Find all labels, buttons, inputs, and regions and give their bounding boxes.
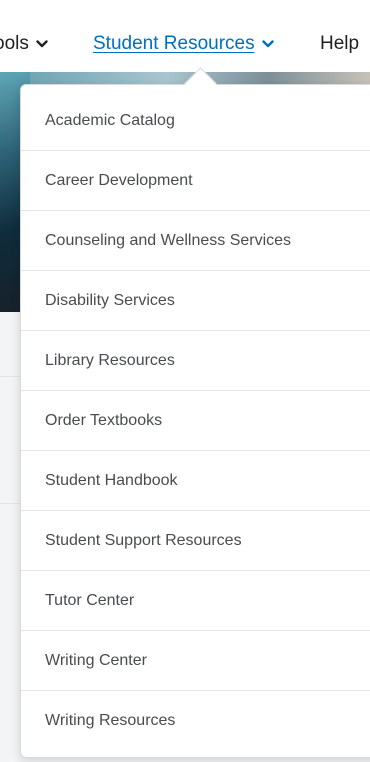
chevron-down-icon <box>261 40 274 48</box>
menu-item-disability-services[interactable]: Disability Services <box>21 271 370 331</box>
nav-item-tools[interactable]: ools <box>0 33 48 55</box>
menu-item-label: Order Textbooks <box>45 411 163 429</box>
chevron-down-icon <box>36 40 48 48</box>
menu-item-order-textbooks[interactable]: Order Textbooks <box>21 391 370 451</box>
menu-item-library-resources[interactable]: Library Resources <box>21 331 370 391</box>
nav-item-student-resources[interactable]: Student Resources <box>93 33 274 55</box>
menu-item-label: Library Resources <box>45 351 175 369</box>
nav-item-help[interactable]: Help <box>320 33 359 55</box>
student-resources-dropdown: Academic Catalog Career Development Coun… <box>20 84 370 758</box>
menu-item-label: Student Handbook <box>45 471 178 489</box>
menu-item-label: Career Development <box>45 171 193 189</box>
menu-item-label: Disability Services <box>45 291 175 309</box>
dropdown-menu-list: Academic Catalog Career Development Coun… <box>21 85 370 750</box>
menu-item-student-support-resources[interactable]: Student Support Resources <box>21 511 370 571</box>
nav-student-resources-label: Student Resources <box>93 33 255 54</box>
menu-item-tutor-center[interactable]: Tutor Center <box>21 571 370 631</box>
menu-item-writing-center[interactable]: Writing Center <box>21 631 370 691</box>
menu-item-label: Writing Resources <box>45 711 176 729</box>
menu-item-writing-resources[interactable]: Writing Resources <box>21 691 370 750</box>
page: ools Student Resources Help Academic Cat… <box>0 0 370 762</box>
divider <box>0 376 22 377</box>
menu-item-label: Counseling and Wellness Services <box>45 231 292 249</box>
menu-item-label: Writing Center <box>45 651 147 669</box>
menu-item-student-handbook[interactable]: Student Handbook <box>21 451 370 511</box>
menu-item-label: Student Support Resources <box>45 531 242 549</box>
nav-help-label: Help <box>320 33 360 54</box>
nav-tools-label: ools <box>0 33 29 54</box>
menu-item-career-development[interactable]: Career Development <box>21 151 370 211</box>
menu-item-label: Tutor Center <box>45 591 135 609</box>
menu-item-academic-catalog[interactable]: Academic Catalog <box>21 91 370 151</box>
menu-item-label: Academic Catalog <box>45 111 175 129</box>
divider <box>0 503 22 504</box>
menu-item-counseling-wellness[interactable]: Counseling and Wellness Services <box>21 211 370 271</box>
